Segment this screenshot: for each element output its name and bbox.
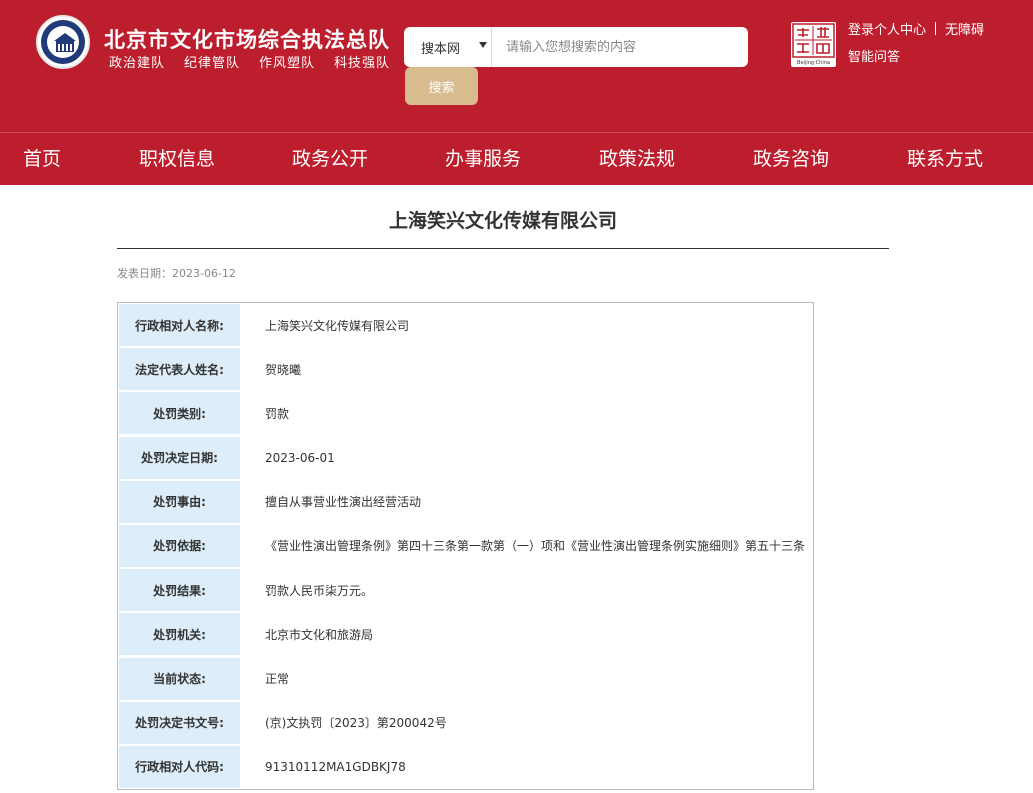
search-scope-value: 搜本网 — [421, 38, 460, 57]
slogan: 作风塑队 — [259, 52, 315, 71]
caret-down-icon — [479, 42, 487, 48]
beijing-capital-logo-icon[interactable]: Beijing·China — [791, 22, 836, 67]
law-enforcement-emblem-icon[interactable] — [36, 15, 90, 69]
nav-item-contact[interactable]: 联系方式 — [907, 133, 983, 185]
row-value: 罚款人民币柒万元。 — [265, 568, 373, 612]
table-row: 处罚决定日期: 2023-06-01 — [118, 436, 813, 480]
row-value: 2023-06-01 — [265, 436, 335, 480]
table-row: 法定代表人姓名: 贺晓曦 — [118, 347, 813, 391]
nav-item-services[interactable]: 办事服务 — [445, 133, 521, 185]
smart-qa-link[interactable]: 智能问答 — [848, 50, 900, 65]
row-value: 擅自从事营业性演出经营活动 — [265, 480, 421, 524]
site-header: 北京市文化市场综合执法总队 政治建队 纪律管队 作风塑队 科技强队 搜本网 搜索… — [0, 0, 1033, 132]
slogan: 政治建队 — [109, 52, 165, 71]
nav-item-policies[interactable]: 政策法规 — [599, 133, 675, 185]
row-value: 北京市文化和旅游局 — [265, 612, 373, 656]
row-value: (京)文执罚〔2023〕第200042号 — [265, 701, 447, 745]
row-label: 处罚决定日期: — [119, 437, 240, 479]
table-row: 处罚机关: 北京市文化和旅游局 — [118, 612, 813, 656]
search-scope-select[interactable]: 搜本网 — [404, 27, 492, 67]
capital-logo-text: Beijing·China — [797, 60, 830, 66]
row-label: 行政相对人名称: — [119, 304, 240, 346]
row-value: 上海笑兴文化传媒有限公司 — [265, 303, 409, 347]
row-value: 正常 — [265, 657, 289, 701]
table-row: 处罚决定书文号: (京)文执罚〔2023〕第200042号 — [118, 701, 813, 745]
slogan: 科技强队 — [334, 52, 390, 71]
penalty-info-table: 行政相对人名称: 上海笑兴文化传媒有限公司 法定代表人姓名: 贺晓曦 处罚类别:… — [117, 302, 814, 790]
row-label: 处罚类别: — [119, 392, 240, 434]
accessibility-link[interactable]: 无障碍 — [945, 19, 984, 38]
slogan-list: 政治建队 纪律管队 作风塑队 科技强队 — [109, 52, 390, 71]
row-value: 《营业性演出管理条例》第四十三条第一款第（一）项和《营业性演出管理条例实施细则》… — [265, 524, 805, 568]
row-label: 处罚事由: — [119, 481, 240, 523]
nav-item-home[interactable]: 首页 — [23, 133, 61, 185]
page-title: 上海笑兴文化传媒有限公司 — [117, 206, 889, 233]
search-box: 搜本网 — [404, 27, 748, 67]
row-value: 贺晓曦 — [265, 347, 301, 391]
row-label: 处罚结果: — [119, 569, 240, 611]
site-title[interactable]: 北京市文化市场综合执法总队 — [104, 24, 390, 54]
nav-item-consultation[interactable]: 政务咨询 — [753, 133, 829, 185]
row-label: 处罚决定书文号: — [119, 702, 240, 744]
row-label: 法定代表人姓名: — [119, 348, 240, 390]
row-value: 罚款 — [265, 391, 289, 435]
divider — [935, 22, 936, 35]
row-value: 91310112MA1GDBKJ78 — [265, 745, 406, 789]
table-row: 处罚类别: 罚款 — [118, 391, 813, 435]
divider — [117, 248, 889, 249]
table-row: 当前状态: 正常 — [118, 657, 813, 701]
search-button[interactable]: 搜索 — [405, 67, 478, 105]
table-row: 行政相对人名称: 上海笑兴文化传媒有限公司 — [118, 303, 813, 347]
search-input[interactable] — [496, 27, 744, 67]
row-label: 处罚依据: — [119, 525, 240, 567]
login-link[interactable]: 登录个人中心 — [848, 19, 926, 38]
nav-item-gov-affairs[interactable]: 政务公开 — [292, 133, 368, 185]
main-nav: 首页 职权信息 政务公开 办事服务 政策法规 政务咨询 联系方式 — [0, 132, 1033, 185]
row-label: 当前状态: — [119, 658, 240, 700]
table-row: 处罚结果: 罚款人民币柒万元。 — [118, 568, 813, 612]
top-links: 登录个人中心 无障碍 智能问答 — [848, 19, 1008, 65]
nav-item-authority-info[interactable]: 职权信息 — [139, 133, 215, 185]
row-label: 处罚机关: — [119, 613, 240, 655]
row-label: 行政相对人代码: — [119, 746, 240, 788]
table-row: 行政相对人代码: 91310112MA1GDBKJ78 — [118, 745, 813, 789]
table-row: 处罚依据: 《营业性演出管理条例》第四十三条第一款第（一）项和《营业性演出管理条… — [118, 524, 813, 568]
table-row: 处罚事由: 擅自从事营业性演出经营活动 — [118, 480, 813, 524]
slogan: 纪律管队 — [184, 52, 240, 71]
publish-date: 发表日期：2023-06-12 — [117, 265, 236, 281]
